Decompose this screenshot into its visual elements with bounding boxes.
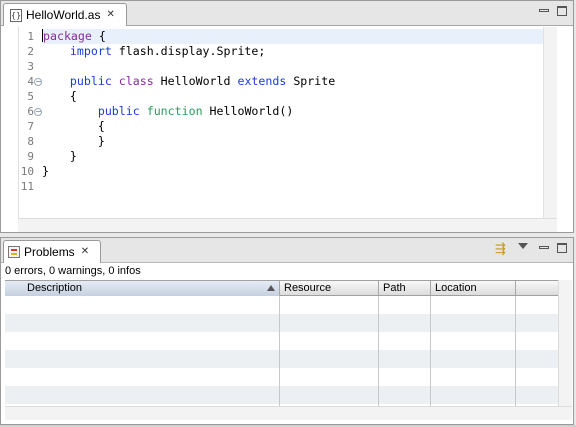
- line-number: 4: [27, 75, 34, 88]
- column-divider: [515, 296, 516, 406]
- editor-tab-bar: {} HelloWorld.as ✕: [1, 1, 573, 26]
- column-header-location[interactable]: Location: [431, 281, 516, 296]
- problems-view-controls: [539, 243, 567, 253]
- code-token: HelloWorld: [153, 74, 238, 88]
- table-row: [5, 296, 558, 314]
- code-line[interactable]: [42, 179, 543, 194]
- code-token: }: [42, 134, 105, 148]
- problems-tab-bar: Problems ✕ ⇶: [1, 238, 573, 263]
- minimize-icon[interactable]: [539, 9, 549, 12]
- code-line[interactable]: import flash.display.Sprite;: [42, 44, 543, 59]
- filter-icon[interactable]: ⇶: [495, 242, 511, 258]
- code-editor[interactable]: 1 2 3 4−5 6−7 8 9 10 11 package { import flash.d…: [18, 27, 543, 218]
- column-divider: [378, 296, 379, 406]
- line-number: 9: [27, 150, 34, 163]
- column-header-resource[interactable]: Resource: [280, 281, 379, 296]
- line-number: 1: [27, 30, 34, 43]
- maximize-icon[interactable]: [557, 6, 567, 16]
- column-header-description[interactable]: Description: [5, 281, 280, 296]
- line-number: 2: [27, 45, 34, 58]
- actionscript-file-icon: {}: [10, 8, 22, 22]
- column-header-label: Location: [435, 282, 477, 294]
- code-token: {: [91, 29, 106, 43]
- column-header-label: Path: [383, 282, 406, 294]
- line-number: 3: [27, 60, 34, 73]
- code-text-area[interactable]: package { import flash.display.Sprite; p…: [42, 27, 543, 218]
- problems-icon: [8, 246, 20, 258]
- line-number: 11: [20, 180, 34, 193]
- minimize-icon[interactable]: [539, 246, 549, 249]
- code-line[interactable]: }: [42, 149, 543, 164]
- editor-tab-title: HelloWorld.as: [26, 8, 101, 22]
- sort-ascending-icon: [267, 285, 275, 291]
- problems-table: Description Resource Path Location: [5, 280, 558, 406]
- fold-collapse-icon[interactable]: −: [34, 78, 42, 86]
- table-header: Description Resource Path Location: [5, 280, 558, 296]
- code-line[interactable]: }: [42, 134, 543, 149]
- maximize-icon[interactable]: [557, 243, 567, 253]
- column-header-label: Description: [27, 282, 83, 294]
- code-token: {: [42, 119, 105, 133]
- code-line[interactable]: }: [42, 164, 543, 179]
- editor-horizontal-scrollbar[interactable]: [18, 218, 557, 232]
- line-number: 10: [20, 165, 34, 178]
- table-row: [5, 332, 558, 350]
- code-keyword: extends: [237, 74, 287, 88]
- table-row: [5, 368, 558, 386]
- problems-summary: 0 errors, 0 warnings, 0 infos: [5, 265, 141, 277]
- code-line[interactable]: package {: [42, 29, 543, 44]
- code-keyword: public: [97, 104, 140, 118]
- code-keyword: import: [69, 44, 112, 58]
- table-row: [5, 314, 558, 332]
- line-number: 8: [27, 135, 34, 148]
- code-keyword: function: [146, 104, 203, 118]
- code-keyword: public: [69, 74, 112, 88]
- column-header-path[interactable]: Path: [379, 281, 431, 296]
- editor-vertical-scrollbar[interactable]: [543, 27, 557, 218]
- problems-tab[interactable]: Problems ✕: [3, 240, 101, 263]
- code-keyword: class: [118, 74, 154, 88]
- close-icon[interactable]: ✕: [106, 10, 114, 20]
- code-token: }: [42, 164, 49, 178]
- code-line[interactable]: public function HelloWorld(): [42, 104, 543, 119]
- code-token: }: [42, 149, 77, 163]
- problems-vertical-scrollbar[interactable]: [558, 280, 572, 406]
- problems-view: Problems ✕ ⇶ 0 errors, 0 warnings, 0 inf…: [0, 237, 574, 425]
- editor-view-controls: [539, 6, 567, 16]
- problems-tab-title: Problems: [24, 245, 75, 259]
- table-row: [5, 386, 558, 404]
- table-row: [5, 350, 558, 368]
- view-menu-icon[interactable]: [518, 243, 528, 249]
- line-number: 7: [27, 120, 34, 133]
- editor-tab-helloworld[interactable]: {} HelloWorld.as ✕: [3, 3, 127, 26]
- fold-collapse-icon[interactable]: −: [34, 108, 42, 116]
- close-icon[interactable]: ✕: [81, 247, 89, 257]
- line-number: 5: [27, 90, 34, 103]
- code-keyword: package: [43, 29, 92, 43]
- problems-horizontal-scrollbar[interactable]: [5, 406, 572, 420]
- column-header-label: Resource: [284, 282, 332, 294]
- editor-view: {} HelloWorld.as ✕ 1 2 3 4−5 6−7 8 9 10 11 packa…: [0, 0, 574, 233]
- column-divider: [279, 296, 280, 406]
- code-line[interactable]: {: [42, 119, 543, 134]
- code-token: Sprite: [286, 74, 336, 88]
- code-line[interactable]: {: [42, 89, 543, 104]
- code-line[interactable]: [42, 59, 543, 74]
- code-line[interactable]: public class HelloWorld extends Sprite: [42, 74, 543, 89]
- line-number: 6: [27, 105, 34, 118]
- code-token: HelloWorld(): [202, 104, 294, 118]
- line-number-gutter: 1 2 3 4−5 6−7 8 9 10 11: [19, 27, 42, 218]
- code-token: {: [42, 89, 77, 103]
- code-token: flash.display.Sprite;: [111, 44, 266, 58]
- column-divider: [430, 296, 431, 406]
